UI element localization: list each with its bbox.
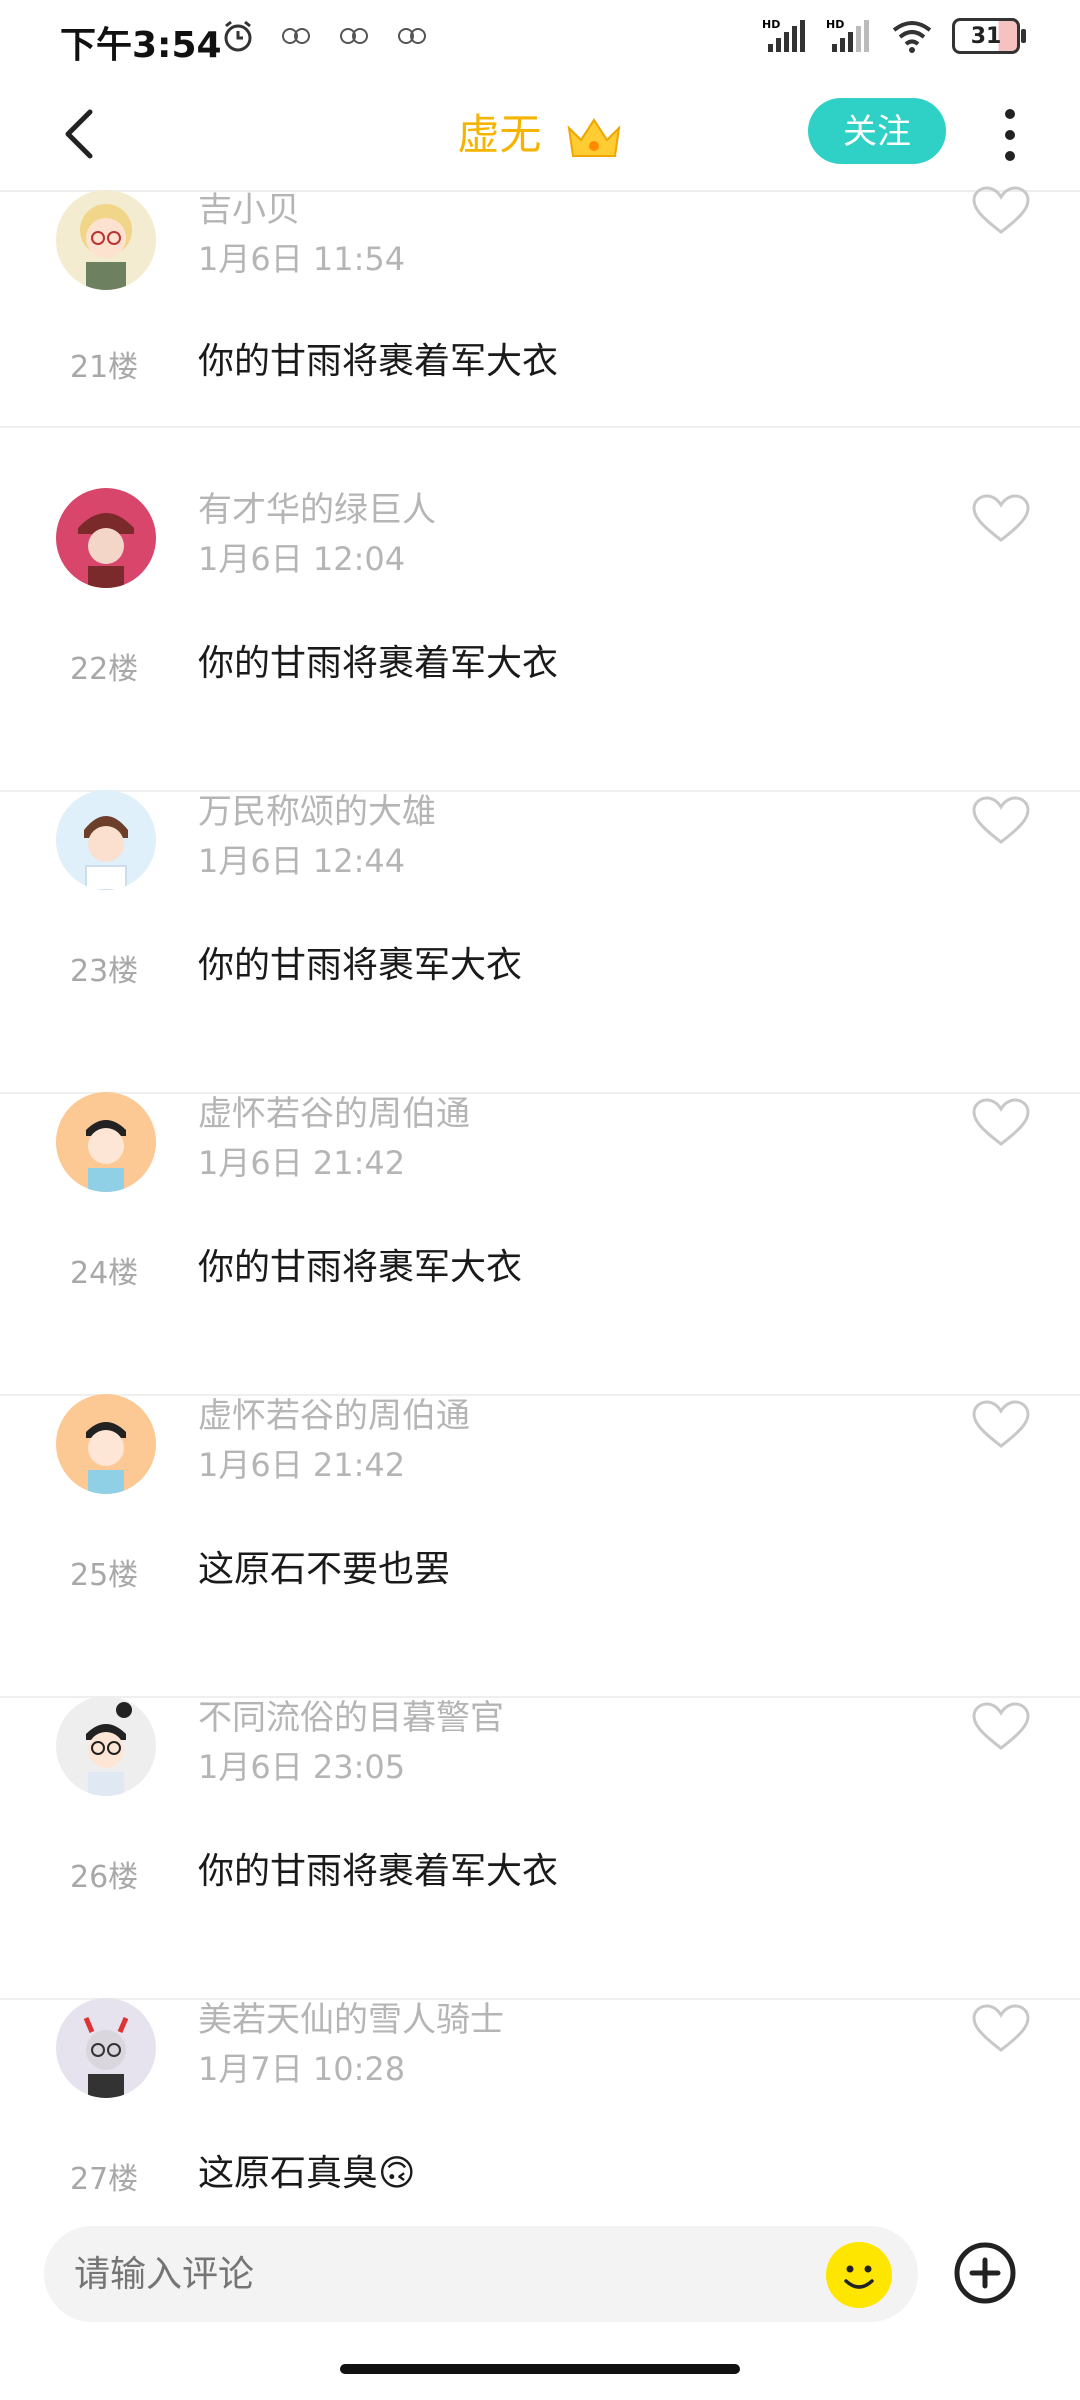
- avatar-image: [56, 190, 156, 290]
- avatar[interactable]: [56, 1998, 156, 2098]
- comment-text: 你的甘雨将裹军大衣: [198, 945, 523, 986]
- avatar[interactable]: [56, 1092, 156, 1192]
- comment-timestamp: 1月6日 11:54: [198, 240, 406, 278]
- nav-bar: 虚无 关注: [0, 80, 1080, 192]
- status-icons-right: HD HD 31: [762, 18, 1026, 54]
- avatar-image: [56, 488, 156, 588]
- comment-text: 你的甘雨将裹着军大衣: [198, 341, 559, 382]
- comment-item: 美若天仙的雪人骑士 1月7日 10:28 27楼 这原石真臭🙃: [0, 1998, 1080, 2198]
- comment-username[interactable]: 有才华的绿巨人: [198, 482, 436, 531]
- comment-username[interactable]: 万民称颂的大雄: [198, 784, 436, 833]
- signal-icon: HD: [826, 18, 869, 52]
- notification-icon: [340, 28, 368, 44]
- avatar[interactable]: [56, 488, 156, 588]
- avatar[interactable]: [56, 1394, 156, 1494]
- avatar-image: [56, 1998, 156, 2098]
- comment-text: 这原石真臭🙃: [198, 2153, 416, 2194]
- comment-floor: 27楼: [70, 2162, 139, 2197]
- notification-icon: [282, 28, 310, 44]
- comment-username[interactable]: 虚怀若谷的周伯通: [198, 1388, 470, 1437]
- comment-floor: 23楼: [70, 954, 139, 989]
- battery-indicator: 31: [952, 18, 1026, 54]
- comment-text: 你的甘雨将裹着军大衣: [198, 643, 559, 684]
- heart-icon[interactable]: [972, 186, 1030, 236]
- wifi-icon: [892, 21, 932, 53]
- comment-timestamp: 1月6日 12:04: [198, 540, 406, 578]
- notification-icon: [398, 28, 426, 44]
- comment-text: 你的甘雨将裹着军大衣: [198, 1851, 559, 1892]
- comment-username[interactable]: 虚怀若谷的周伯通: [198, 1086, 470, 1135]
- heart-icon[interactable]: [972, 796, 1030, 846]
- comment-floor: 22楼: [70, 652, 139, 687]
- comment-floor: 24楼: [70, 1256, 139, 1291]
- avatar[interactable]: [56, 190, 156, 290]
- avatar-image: [56, 790, 156, 890]
- comment-timestamp: 1月6日 12:44: [198, 842, 406, 880]
- comment-timestamp: 1月6日 21:42: [198, 1446, 406, 1484]
- comment-floor: 25楼: [70, 1558, 139, 1593]
- comment-item: 吉小贝 1月6日 11:54 21楼 你的甘雨将裹着军大衣: [0, 186, 1080, 428]
- signal-icon: HD: [762, 18, 805, 52]
- comment-item: 虚怀若谷的周伯通 1月6日 21:42 25楼 这原石不要也罢: [0, 1394, 1080, 1698]
- follow-button[interactable]: 关注: [808, 98, 946, 164]
- avatar-image: [56, 1394, 156, 1494]
- emoji-icon[interactable]: [826, 2242, 892, 2308]
- comment-username[interactable]: 吉小贝: [198, 182, 300, 231]
- svg-text:HD: HD: [762, 18, 780, 31]
- comment-input-bar: [0, 2216, 1080, 2336]
- comment-input[interactable]: [44, 2226, 918, 2322]
- avatar[interactable]: [56, 790, 156, 890]
- add-icon[interactable]: [952, 2240, 1018, 2306]
- battery-level: 31: [970, 23, 1002, 49]
- comment-text: 这原石不要也罢: [198, 1549, 451, 1590]
- comment-timestamp: 1月6日 23:05: [198, 1748, 406, 1786]
- comment-username[interactable]: 美若天仙的雪人骑士: [198, 1992, 504, 2041]
- avatar-image: [56, 1696, 156, 1796]
- comment-username[interactable]: 不同流俗的目暮警官: [198, 1690, 504, 1739]
- comment-floor: 21楼: [70, 350, 139, 385]
- comment-timestamp: 1月6日 21:42: [198, 1144, 406, 1182]
- comment-timestamp: 1月7日 10:28: [198, 2050, 406, 2088]
- crown-icon: [567, 117, 621, 157]
- avatar-image: [56, 1092, 156, 1192]
- comment-item: 不同流俗的目暮警官 1月6日 23:05 26楼 你的甘雨将裹着军大衣: [0, 1696, 1080, 2000]
- heart-icon[interactable]: [972, 1702, 1030, 1752]
- comment-text: 你的甘雨将裹军大衣: [198, 1247, 523, 1288]
- status-bar: 下午3:54 HD HD 31: [0, 0, 1080, 80]
- page-title-text: 虚无: [457, 110, 542, 159]
- status-icons-left: [220, 18, 430, 54]
- alarm-icon: [224, 20, 252, 52]
- svg-text:HD: HD: [826, 18, 844, 31]
- heart-icon[interactable]: [972, 1098, 1030, 1148]
- heart-icon[interactable]: [972, 2004, 1030, 2054]
- comment-item: 有才华的绿巨人 1月6日 12:04 22楼 你的甘雨将裹着军大衣: [0, 488, 1080, 792]
- status-time: 下午3:54: [60, 25, 222, 66]
- avatar[interactable]: [56, 1696, 156, 1796]
- comment-item: 虚怀若谷的周伯通 1月6日 21:42 24楼 你的甘雨将裹军大衣: [0, 1092, 1080, 1396]
- home-indicator[interactable]: [340, 2364, 740, 2374]
- comment-item: 万民称颂的大雄 1月6日 12:44 23楼 你的甘雨将裹军大衣: [0, 790, 1080, 1094]
- more-options-icon[interactable]: [990, 100, 1030, 170]
- heart-icon[interactable]: [972, 1400, 1030, 1450]
- comment-floor: 26楼: [70, 1860, 139, 1895]
- heart-icon[interactable]: [972, 494, 1030, 544]
